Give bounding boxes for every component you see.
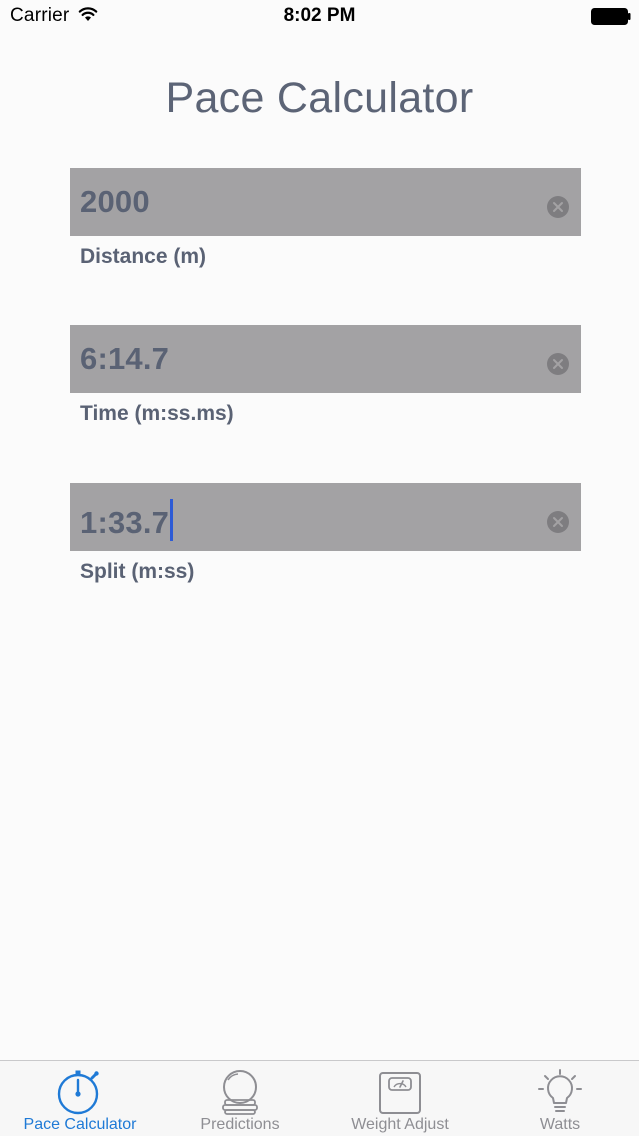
scale-icon — [379, 1072, 421, 1114]
status-time: 8:02 PM — [283, 5, 356, 26]
distance-value[interactable]: 2000 — [80, 184, 150, 220]
status-bar: Carrier 8:02 PM — [0, 0, 639, 34]
clear-icon[interactable] — [547, 511, 569, 533]
battery-icon — [591, 8, 631, 25]
crystal-ball-icon — [222, 1070, 258, 1115]
split-value-wrap[interactable]: 1:33.7 — [80, 499, 174, 541]
tab-watts[interactable]: Watts — [480, 1061, 639, 1136]
split-label: Split (m:ss) — [80, 560, 195, 583]
tab-label: Watts — [539, 1116, 581, 1133]
stopwatch-icon — [57, 1070, 99, 1115]
tab-bar: Pace Calculator Predictions Weight Adjus… — [0, 1060, 639, 1136]
time-label: Time (m:ss.ms) — [80, 402, 234, 425]
tab-predictions[interactable]: Predictions — [160, 1061, 320, 1136]
tab-label: Predictions — [200, 1116, 280, 1133]
distance-label: Distance (m) — [80, 245, 207, 268]
tab-pace-calculator[interactable]: Pace Calculator — [0, 1061, 160, 1136]
tab-label: Pace Calculator — [23, 1116, 137, 1133]
split-value[interactable]: 1:33.7 — [80, 505, 169, 540]
light-bulb-icon — [538, 1069, 582, 1112]
tab-weight-adjust[interactable]: Weight Adjust — [320, 1061, 480, 1136]
time-value[interactable]: 6:14.7 — [80, 341, 169, 377]
clear-icon[interactable] — [547, 196, 569, 218]
screen: Carrier 8:02 PM Pace Calculator 2000 Dis… — [0, 0, 639, 1136]
clear-icon[interactable] — [547, 353, 569, 375]
time-field[interactable]: 6:14.7 — [70, 325, 581, 393]
page-title: Pace Calculator — [165, 74, 474, 122]
text-cursor — [170, 499, 174, 541]
distance-field[interactable]: 2000 — [70, 168, 581, 236]
tab-label: Weight Adjust — [351, 1116, 449, 1133]
split-field[interactable]: 1:33.7 — [70, 483, 581, 551]
